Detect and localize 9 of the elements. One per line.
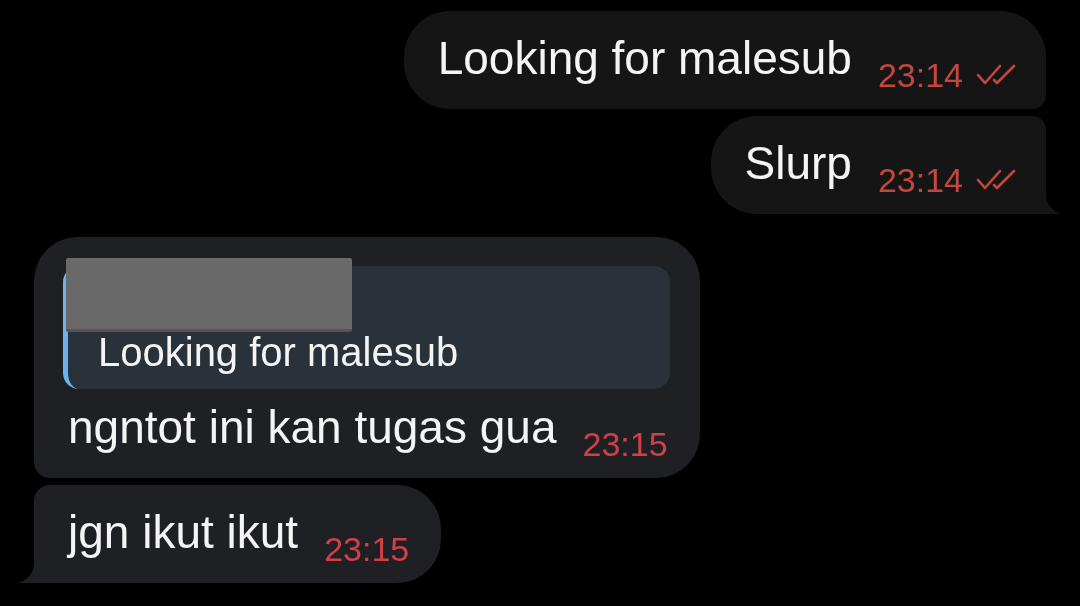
message-time: 23:14 <box>877 164 963 197</box>
message-text: jgn ikut ikut <box>68 506 299 558</box>
message-text: Looking for malesub <box>437 32 852 84</box>
message-text: ngntot ini kan tugas gua <box>68 401 557 453</box>
message-time: 23:14 <box>877 59 963 92</box>
message-time: 23:15 <box>582 428 668 461</box>
quoted-message-text: Looking for malesub <box>98 329 460 375</box>
message-text: Slurp <box>744 137 852 189</box>
message-time: 23:15 <box>324 533 410 566</box>
